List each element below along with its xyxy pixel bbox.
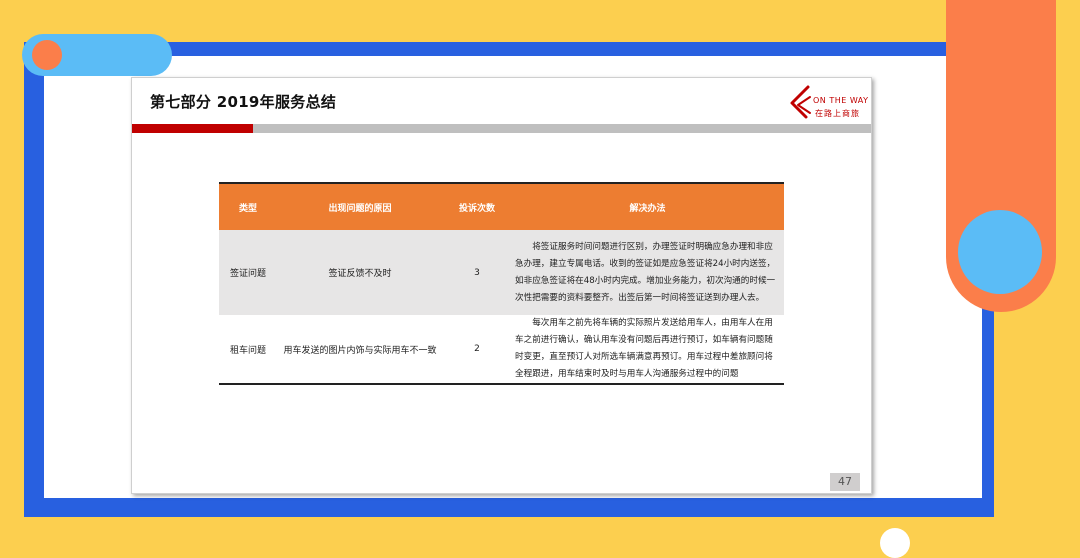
title-accent-bar — [132, 124, 253, 133]
cell-type: 签证问题 — [219, 230, 277, 315]
cell-count: 2 — [443, 315, 511, 385]
header-count: 投诉次数 — [443, 182, 511, 230]
decorative-white-circle — [880, 528, 910, 558]
table-header-row: 类型 出现问题的原因 投诉次数 解决办法 — [219, 182, 784, 230]
header-solution: 解决办法 — [511, 182, 784, 230]
header-reason: 出现问题的原因 — [277, 182, 443, 230]
company-logo: ON THE WAY 在路上商旅 — [786, 83, 870, 123]
slide-title: 第七部分 2019年服务总结 — [150, 93, 337, 111]
title-divider-bar — [253, 124, 871, 133]
header-type: 类型 — [219, 182, 277, 230]
cell-solution: 每次用车之前先将车辆的实际照片发送给用车人，由用车人在用车之前进行确认，确认用车… — [511, 315, 784, 385]
decorative-dot — [32, 40, 62, 70]
logo-text-en: ON THE WAY — [813, 96, 869, 105]
logo-text-cn: 在路上商旅 — [815, 109, 860, 118]
decorative-blue-circle — [958, 210, 1042, 294]
slide: 第七部分 2019年服务总结 ON THE WAY 在路上商旅 类型 出现问题的… — [131, 77, 872, 494]
page-number: 47 — [830, 473, 860, 491]
cell-count: 3 — [443, 230, 511, 315]
cell-reason: 用车发送的图片内饰与实际用车不一致 — [277, 315, 443, 385]
table-row: 签证问题 签证反馈不及时 3 将签证服务时间问题进行区别，办理签证时明确应急办理… — [219, 230, 784, 315]
service-summary-table: 类型 出现问题的原因 投诉次数 解决办法 签证问题 签证反馈不及时 3 将签证服… — [219, 182, 784, 385]
cell-type: 租车问题 — [219, 315, 277, 385]
table-row: 租车问题 用车发送的图片内饰与实际用车不一致 2 每次用车之前先将车辆的实际照片… — [219, 315, 784, 385]
cell-reason: 签证反馈不及时 — [277, 230, 443, 315]
cell-solution: 将签证服务时间问题进行区别，办理签证时明确应急办理和非应急办理，建立专属电话。收… — [511, 230, 784, 315]
